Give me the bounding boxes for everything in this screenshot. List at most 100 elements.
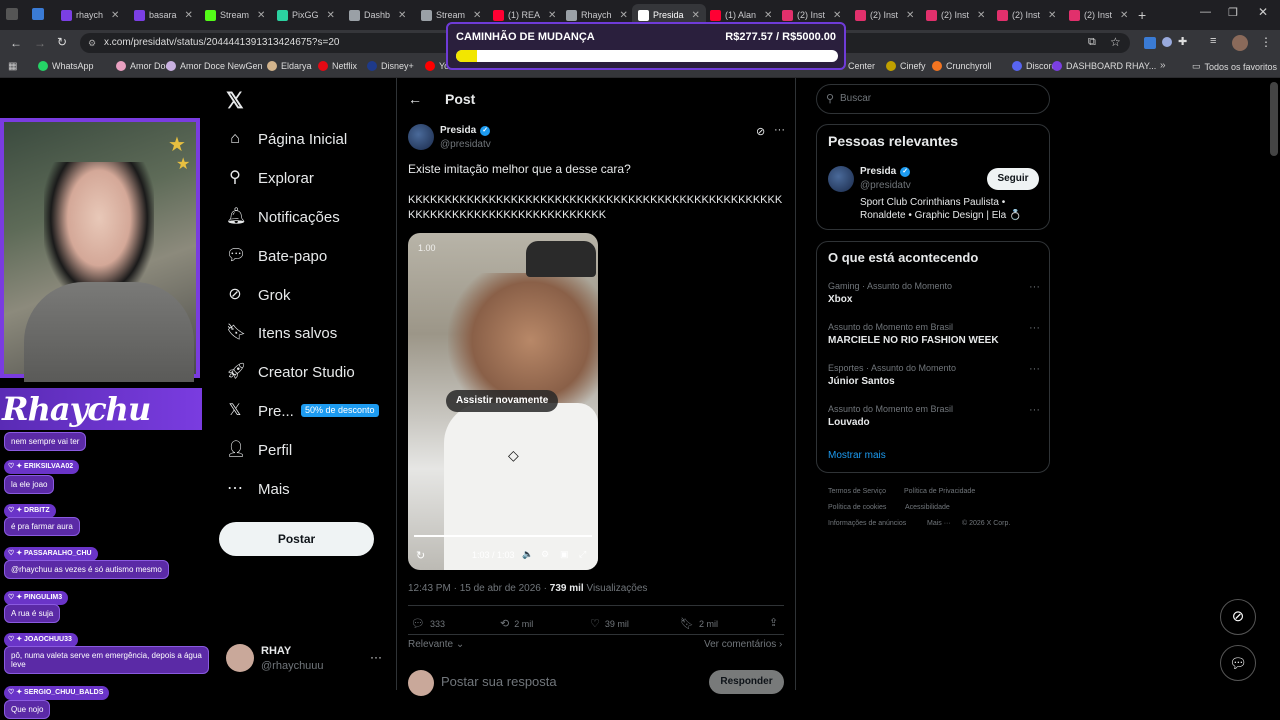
video-progress-bar[interactable] (414, 535, 592, 537)
bookmark-item[interactable]: DASHBOARD RHAY... (1052, 61, 1156, 71)
profile-avatar[interactable] (1232, 35, 1248, 51)
author-avatar[interactable] (408, 124, 434, 150)
browser-tab[interactable]: (2) Inst ✕ (991, 4, 1062, 26)
trend-more-icon[interactable]: ··· (1029, 322, 1040, 334)
apps-icon[interactable]: ▦ (8, 61, 17, 72)
nav-item-2[interactable]: 🔔︎ Notificações (226, 205, 340, 229)
bookmark-item[interactable]: Amor Doce NewGen (166, 61, 263, 71)
reload-icon[interactable]: ↻ (57, 35, 67, 49)
tab-close-icon[interactable]: ✕ (906, 10, 914, 21)
see-comments-link[interactable]: Ver comentários › (704, 639, 782, 650)
replay-button[interactable]: Assistir novamente (446, 390, 559, 412)
reply-button[interactable]: Responder (709, 670, 784, 694)
extension-icon[interactable] (1144, 37, 1156, 49)
more-bookmarks-icon[interactable]: » (1160, 60, 1166, 71)
trend-more-icon[interactable]: ··· (1029, 281, 1040, 293)
browser-tab[interactable]: (2) Inst ✕ (1063, 4, 1134, 26)
tab-close-icon[interactable]: ✕ (1048, 10, 1056, 21)
browser-tab[interactable]: PixGG ✕ (271, 4, 341, 26)
bookmark-item[interactable]: Disney+ (367, 61, 414, 71)
extension-icon[interactable] (1162, 37, 1172, 47)
nav-item-9[interactable]: ⋯ Mais (226, 477, 290, 501)
footer-link[interactable]: Política de Privacidade (904, 488, 975, 495)
trend-item[interactable]: Esportes · Assunto do Momento Júnior Sant… (828, 363, 1040, 387)
tab-close-icon[interactable]: ✕ (185, 10, 193, 21)
video-player[interactable]: 1.00 ◇ Assistir novamente ↻ 1:03 / 1:03 … (408, 233, 598, 570)
forward-icon[interactable]: → (34, 36, 46, 50)
site-info-icon[interactable]: ⚙ (88, 33, 96, 53)
bookmark-item[interactable]: WhatsApp (38, 61, 94, 71)
browser-tab[interactable]: (2) Inst ✕ (849, 4, 920, 26)
nav-item-5[interactable]: 🔖︎ Itens salvos (226, 321, 337, 345)
browser-tab[interactable]: basara ✕ (128, 4, 199, 26)
sort-dropdown[interactable]: Relevante ⌄ (408, 639, 464, 650)
trend-more-icon[interactable]: ··· (1029, 404, 1040, 416)
nav-item-8[interactable]: 👤︎ Perfil (226, 438, 292, 462)
grok-icon[interactable]: ⊘ (756, 125, 765, 138)
all-bookmarks-folder[interactable]: ▭ Todos os favoritos (1192, 61, 1277, 72)
bookmark-item[interactable]: Crunchyroll (932, 61, 992, 71)
tab-close-icon[interactable]: ✕ (620, 10, 628, 21)
close-window-icon[interactable]: ✕ (1258, 5, 1268, 19)
tab-close-icon[interactable]: ✕ (548, 10, 556, 21)
tab-close-icon[interactable]: ✕ (327, 10, 335, 21)
grok-float-icon[interactable]: ⊘ (1220, 599, 1256, 635)
person-name-row[interactable]: Presida ✓ (860, 166, 911, 177)
nav-item-7[interactable]: 𝕏 Pre... (226, 399, 294, 423)
bookmark-item[interactable]: Cinefy (886, 61, 926, 71)
minimize-icon[interactable]: — (1200, 6, 1211, 18)
nav-item-3[interactable]: 💬︎ Bate-papo (226, 244, 327, 268)
bookmark-item[interactable]: Discord (1012, 61, 1057, 71)
account-avatar[interactable] (226, 644, 254, 672)
search-box[interactable]: ⚲ Buscar (816, 84, 1050, 114)
tab-close-icon[interactable]: ✕ (833, 10, 841, 21)
tab-close-icon[interactable]: ✕ (1120, 10, 1128, 21)
tab-close-icon[interactable]: ✕ (257, 10, 265, 21)
footer-link[interactable]: Termos de Serviço (828, 488, 886, 495)
share-icon[interactable]: ⇪ (769, 616, 778, 629)
nav-item-6[interactable]: 🚀︎ Creator Studio (226, 360, 355, 384)
post-more-icon[interactable]: ··· (774, 124, 785, 136)
search-input[interactable]: Buscar (840, 93, 871, 104)
browser-tab[interactable]: Stream ✕ (199, 4, 271, 26)
reply-action[interactable]: 💬︎ 333 (411, 617, 445, 630)
pinned-tab-icon[interactable] (32, 8, 44, 20)
maximize-icon[interactable]: ❐ (1228, 6, 1238, 19)
reply-input[interactable]: Postar sua resposta (441, 674, 557, 689)
like-action[interactable]: ♡ 39 mil (590, 617, 629, 630)
footer-link[interactable]: Acessibilidade (905, 504, 950, 511)
tab-close-icon[interactable]: ✕ (764, 10, 772, 21)
repost-action[interactable]: ⟲ 2 mil (500, 617, 533, 630)
trend-item[interactable]: Assunto do Momento em Brasil MARCIELE NO … (828, 322, 1040, 346)
install-icon[interactable]: ⧉ (1088, 36, 1096, 49)
bookmark-item[interactable]: Netflix (318, 61, 357, 71)
footer-link[interactable]: Informações de anúncios (828, 520, 906, 527)
replay-icon[interactable]: ↻ (416, 549, 425, 562)
footer-link[interactable]: Política de cookies (828, 504, 886, 511)
pip-icon[interactable]: ▣ (560, 549, 569, 560)
tab-close-icon[interactable]: ✕ (692, 10, 700, 21)
bookmark-action[interactable]: 🔖︎ 2 mil (680, 617, 718, 630)
nav-item-1[interactable]: ⚲ Explorar (226, 166, 314, 190)
settings-icon[interactable]: ⚙ (541, 549, 549, 560)
tab-close-icon[interactable]: ✕ (473, 10, 481, 21)
tab-close-icon[interactable]: ✕ (398, 10, 406, 21)
browser-tab[interactable]: rhaych ✕ (55, 4, 125, 26)
author-name-row[interactable]: Presida ✓ (440, 125, 491, 136)
browser-tab[interactable]: (2) Inst ✕ (920, 4, 991, 26)
fullscreen-icon[interactable]: ⤢ (579, 549, 586, 560)
trend-item[interactable]: Assunto do Momento em Brasil Louvado ··· (828, 404, 1040, 428)
back-icon[interactable]: ← (10, 36, 22, 50)
trend-more-icon[interactable]: ··· (1029, 363, 1040, 375)
tab-close-icon[interactable]: ✕ (977, 10, 985, 21)
tab-close-icon[interactable]: ✕ (111, 10, 119, 21)
post-button[interactable]: Postar (219, 522, 374, 556)
volume-icon[interactable]: 🔈 (522, 549, 533, 560)
footer-link[interactable]: Mais ··· (927, 520, 951, 527)
person-avatar[interactable] (828, 166, 854, 192)
star-icon[interactable]: ☆ (1110, 35, 1121, 49)
bookmark-item[interactable]: Eldarya (267, 61, 312, 71)
follow-button[interactable]: Seguir (987, 168, 1039, 190)
messages-float-icon[interactable]: 💬︎ (1220, 645, 1256, 681)
browser-tab[interactable]: Dashb ✕ (343, 4, 412, 26)
